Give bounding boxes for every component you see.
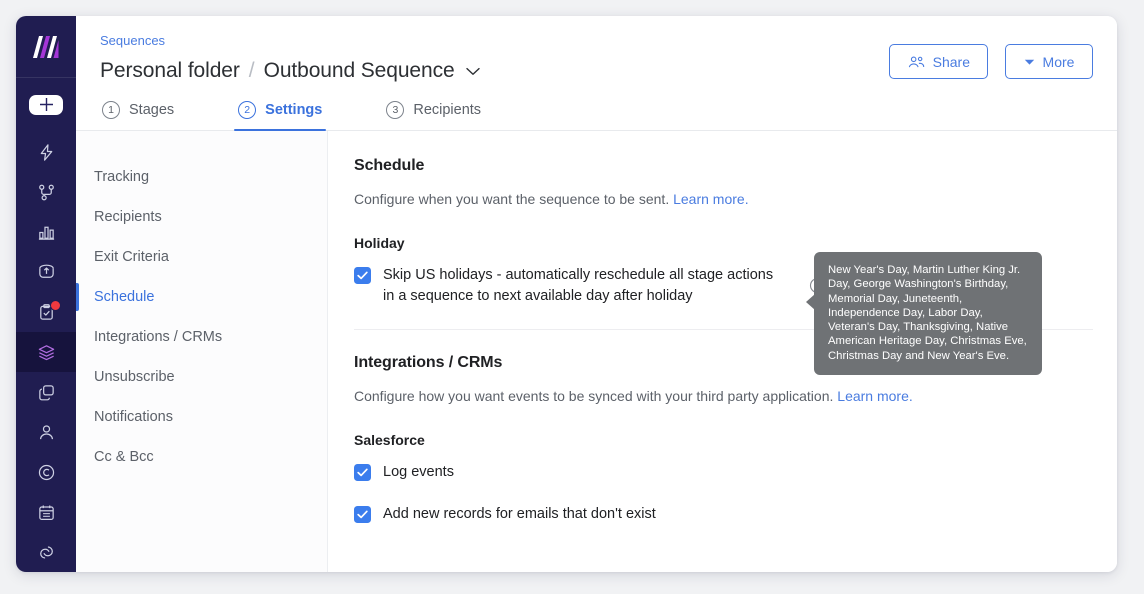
settings-nav: Tracking Recipients Exit Criteria Schedu… — [76, 131, 328, 572]
chevron-down-icon — [466, 67, 480, 76]
more-button-label: More — [1043, 54, 1075, 70]
sidebar-item-automations[interactable] — [16, 132, 76, 172]
integrations-learn-more-link[interactable]: Learn more. — [837, 388, 912, 404]
lightning-bolt-icon — [37, 143, 56, 162]
left-rail — [16, 16, 76, 572]
bar-chart-icon — [37, 223, 56, 242]
link-loop-icon — [37, 543, 56, 562]
check-icon — [357, 271, 368, 280]
rail-icon-list — [16, 132, 76, 572]
skip-us-holidays-label: Skip US holidays - automatically resched… — [383, 265, 783, 307]
settings-nav-item-exit-criteria[interactable]: Exit Criteria — [76, 237, 327, 277]
salesforce-subsection-title: Salesforce — [354, 432, 1093, 448]
sidebar-item-workflows[interactable] — [16, 172, 76, 212]
caret-down-icon — [1024, 58, 1035, 66]
copy-squares-icon — [37, 383, 56, 402]
schedule-description-text: Configure when you want the sequence to … — [354, 191, 669, 207]
integrations-section-description: Configure how you want events to be sync… — [354, 386, 1093, 406]
plus-icon — [38, 96, 55, 113]
settings-nav-item-recipients[interactable]: Recipients — [76, 197, 327, 237]
tab-stages-number: 1 — [102, 101, 120, 119]
sidebar-item-inbox[interactable] — [16, 252, 76, 292]
tab-settings[interactable]: 2 Settings — [236, 101, 324, 130]
tab-recipients-number: 3 — [386, 101, 404, 119]
calendar-icon — [37, 503, 56, 522]
settings-nav-item-integrations[interactable]: Integrations / CRMs — [76, 317, 327, 357]
sidebar-item-templates[interactable] — [16, 372, 76, 412]
mixmax-logo-icon — [31, 35, 61, 59]
check-icon — [357, 510, 368, 519]
header-actions: Share More — [889, 44, 1093, 79]
tab-settings-label: Settings — [265, 102, 322, 118]
breadcrumb-separator: / — [249, 59, 255, 83]
tab-settings-number: 2 — [238, 101, 256, 119]
add-new-records-row: Add new records for emails that don't ex… — [354, 504, 1093, 525]
sidebar-item-contacts[interactable] — [16, 412, 76, 452]
people-icon — [907, 55, 925, 69]
more-button[interactable]: More — [1005, 44, 1093, 79]
sidebar-item-calendar[interactable] — [16, 492, 76, 532]
tab-stages-label: Stages — [129, 102, 174, 118]
sidebar-item-coaching[interactable] — [16, 452, 76, 492]
sidebar-item-tasks[interactable] — [16, 292, 76, 332]
add-new-records-checkbox[interactable] — [354, 506, 371, 523]
circle-c-icon — [37, 463, 56, 482]
check-icon — [357, 468, 368, 477]
add-new-records-label: Add new records for emails that don't ex… — [383, 504, 656, 525]
settings-nav-item-tracking[interactable]: Tracking — [76, 157, 327, 197]
page-header: Sequences Personal folder / Outbound Seq… — [76, 16, 1117, 86]
sidebar-item-reports[interactable] — [16, 212, 76, 252]
breadcrumb-folder[interactable]: Personal folder — [100, 59, 240, 83]
holiday-subsection-title: Holiday — [354, 235, 1093, 251]
workflow-branch-icon — [37, 183, 56, 202]
tab-bar: 1 Stages 2 Settings 3 Recipients — [76, 101, 1117, 131]
sidebar-item-sequences[interactable] — [16, 332, 76, 372]
sequence-menu-toggle[interactable] — [466, 67, 480, 76]
log-events-checkbox[interactable] — [354, 464, 371, 481]
tasks-notification-badge — [50, 300, 61, 311]
schedule-section-description: Configure when you want the sequence to … — [354, 189, 1093, 209]
log-events-row: Log events — [354, 462, 1093, 483]
skip-us-holidays-checkbox[interactable] — [354, 267, 371, 284]
layers-stack-icon — [37, 343, 56, 362]
tab-recipients[interactable]: 3 Recipients — [384, 101, 483, 130]
share-button[interactable]: Share — [889, 44, 988, 79]
inbox-arrow-icon — [37, 263, 56, 282]
settings-nav-item-cc-bcc[interactable]: Cc & Bcc — [76, 437, 327, 477]
settings-nav-item-schedule[interactable]: Schedule — [76, 277, 327, 317]
settings-nav-item-unsubscribe[interactable]: Unsubscribe — [76, 357, 327, 397]
add-button[interactable] — [29, 95, 63, 115]
person-icon — [37, 423, 56, 442]
sidebar-item-links[interactable] — [16, 532, 76, 572]
schedule-learn-more-link[interactable]: Learn more. — [673, 191, 748, 207]
mixmax-logo[interactable] — [29, 35, 63, 59]
schedule-section-title: Schedule — [354, 157, 1093, 175]
settings-nav-item-notifications[interactable]: Notifications — [76, 397, 327, 437]
page-title: Outbound Sequence — [264, 59, 455, 83]
tab-recipients-label: Recipients — [413, 102, 481, 118]
breadcrumb-sequences[interactable]: Sequences — [100, 32, 165, 49]
rail-divider — [16, 77, 76, 78]
share-button-label: Share — [933, 54, 970, 70]
integrations-description-text: Configure how you want events to be sync… — [354, 388, 833, 404]
log-events-label: Log events — [383, 462, 454, 483]
tab-stages[interactable]: 1 Stages — [100, 101, 176, 130]
holiday-tooltip: New Year's Day, Martin Luther King Jr. D… — [814, 252, 1042, 375]
